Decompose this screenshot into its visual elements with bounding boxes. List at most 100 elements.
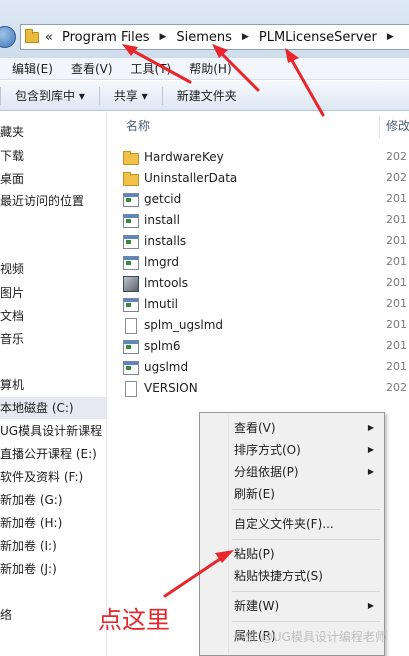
- nav-drive-h[interactable]: 新加卷 (H:): [0, 512, 107, 534]
- column-header-name[interactable]: 名称: [126, 112, 150, 140]
- include-in-library-button[interactable]: 包含到库中 ▾: [9, 87, 91, 104]
- context-menu-separator: [232, 621, 380, 622]
- file-date: 201: [386, 234, 407, 247]
- nav-favorites[interactable]: 藏夹: [0, 121, 107, 143]
- exe-icon: [122, 296, 139, 312]
- file-row[interactable]: UninstallerData 202: [122, 167, 409, 188]
- context-menu-paste[interactable]: 粘贴(P): [202, 543, 382, 565]
- file-name: ugslmd: [144, 359, 189, 374]
- breadcrumb-siemens[interactable]: Siemens: [176, 30, 232, 45]
- submenu-arrow-icon: ▶: [367, 445, 374, 454]
- nav-desktop[interactable]: 桌面: [0, 168, 107, 190]
- toolbar-divider: [161, 86, 163, 105]
- exe-icon: [122, 338, 139, 354]
- file-row[interactable]: installs 201: [122, 230, 409, 251]
- document-icon: [122, 317, 138, 334]
- file-date: 201: [386, 192, 407, 205]
- nav-videos[interactable]: 视频: [0, 258, 107, 280]
- nav-recent-places[interactable]: 最近访问的位置: [0, 190, 107, 212]
- navigation-pane: 藏夹 下载 桌面 最近访问的位置 视频 图片 文档 音乐 算机 本地磁盘 (C:…: [0, 112, 107, 656]
- file-date: 202: [386, 381, 407, 394]
- exe-icon: [122, 191, 139, 207]
- file-date: 201: [386, 339, 407, 352]
- document-icon: [122, 380, 138, 397]
- file-name: splm6: [144, 338, 181, 353]
- nav-downloads[interactable]: 下载: [0, 145, 107, 167]
- menu-view[interactable]: 查看(V): [65, 60, 119, 77]
- file-row[interactable]: lmutil 201: [122, 293, 409, 314]
- breadcrumb-separator-icon[interactable]: ▶: [159, 32, 166, 42]
- toolbar-divider: [98, 86, 100, 105]
- exe-icon: [122, 359, 139, 375]
- column-header-modified[interactable]: 修改: [386, 112, 409, 140]
- menu-help[interactable]: 帮助(H): [183, 60, 237, 77]
- back-button[interactable]: [0, 26, 16, 48]
- toolbar-divider: [0, 86, 1, 105]
- file-row[interactable]: HardwareKey 202: [122, 146, 409, 167]
- submenu-arrow-icon: ▶: [367, 601, 374, 610]
- file-row[interactable]: getcid 201: [122, 188, 409, 209]
- file-row[interactable]: splm_ugslmd 201: [122, 314, 409, 335]
- nav-drive-f[interactable]: 软件及资料 (F:): [0, 466, 107, 488]
- file-name: UninstallerData: [144, 170, 238, 185]
- file-date: 202: [386, 150, 407, 163]
- file-row[interactable]: splm6 201: [122, 335, 409, 356]
- nav-computer[interactable]: 算机: [0, 374, 107, 396]
- nav-documents[interactable]: 文档: [0, 305, 107, 327]
- file-date: 201: [386, 213, 407, 226]
- file-row[interactable]: lmtools 201: [122, 272, 409, 293]
- file-date: 201: [386, 276, 407, 289]
- context-menu-view[interactable]: 查看(V) ▶: [202, 417, 382, 439]
- context-menu-label: 分组依据(P): [234, 465, 299, 479]
- nav-drive-ug-course[interactable]: UG模具设计新课程: [0, 420, 107, 442]
- nav-drive-c[interactable]: 本地磁盘 (C:): [0, 397, 107, 419]
- file-name: lmgrd: [144, 254, 179, 269]
- context-menu-separator: [232, 591, 380, 592]
- nav-music[interactable]: 音乐: [0, 328, 107, 350]
- nav-libraries[interactable]: [0, 235, 107, 257]
- context-menu-label: 查看(V): [234, 421, 276, 435]
- breadcrumb-plmlicenseserver[interactable]: PLMLicenseServer: [259, 30, 377, 45]
- context-menu-label: 粘贴快捷方式(S): [234, 569, 323, 583]
- share-button[interactable]: 共享 ▾: [108, 87, 154, 104]
- file-row[interactable]: VERSION 202: [122, 377, 409, 398]
- exe-icon: [122, 254, 139, 270]
- context-menu-customize-folder[interactable]: 自定义文件夹(F)...: [202, 513, 382, 535]
- menu-edit[interactable]: 编辑(E): [6, 60, 59, 77]
- file-name: lmutil: [144, 296, 179, 311]
- context-menu-sort-by[interactable]: 排序方式(O) ▶: [202, 439, 382, 461]
- new-folder-button[interactable]: 新建文件夹: [171, 87, 243, 104]
- context-menu-label: 粘贴(P): [234, 547, 275, 561]
- breadcrumb-program-files[interactable]: Program Files: [62, 30, 150, 45]
- folder-icon: [122, 170, 139, 186]
- breadcrumb-separator-icon[interactable]: ▶: [242, 32, 249, 42]
- nav-drive-i[interactable]: 新加卷 (I:): [0, 535, 107, 557]
- file-row[interactable]: lmgrd 201: [122, 251, 409, 272]
- address-bar[interactable]: « Program Files ▶ Siemens ▶ PLMLicenseSe…: [20, 24, 409, 50]
- context-menu-label: 刷新(E): [234, 487, 275, 501]
- context-menu-new[interactable]: 新建(W) ▶: [202, 595, 382, 617]
- file-name: getcid: [144, 191, 182, 206]
- file-row[interactable]: ugslmd 201: [122, 356, 409, 377]
- file-date: 201: [386, 318, 407, 331]
- address-overflow-chevron[interactable]: «: [45, 30, 53, 45]
- file-name: lmtools: [144, 275, 188, 290]
- column-divider[interactable]: [379, 116, 380, 138]
- file-date: 201: [386, 297, 407, 310]
- file-row[interactable]: install 201: [122, 209, 409, 230]
- menu-tools[interactable]: 工具(T): [125, 60, 178, 77]
- nav-drive-g[interactable]: 新加卷 (G:): [0, 489, 107, 511]
- context-menu-refresh[interactable]: 刷新(E): [202, 483, 382, 505]
- folder-icon: [122, 149, 139, 165]
- nav-pictures[interactable]: 图片: [0, 282, 107, 304]
- exe-icon: [122, 212, 139, 228]
- nav-network[interactable]: 络: [0, 604, 107, 626]
- nav-drive-e[interactable]: 直播公开课程 (E:): [0, 443, 107, 465]
- context-menu-group-by[interactable]: 分组依据(P) ▶: [202, 461, 382, 483]
- context-menu-paste-shortcut[interactable]: 粘贴快捷方式(S): [202, 565, 382, 587]
- context-menu: 查看(V) ▶ 排序方式(O) ▶ 分组依据(P) ▶ 刷新(E) 自定义文件夹…: [199, 412, 385, 656]
- callout-label: 点这里: [98, 606, 170, 634]
- nav-drive-j[interactable]: 新加卷 (J:): [0, 558, 107, 580]
- watermark: 头条 @UG模具设计编程老师: [233, 630, 387, 644]
- breadcrumb-separator-icon[interactable]: ▶: [387, 32, 394, 42]
